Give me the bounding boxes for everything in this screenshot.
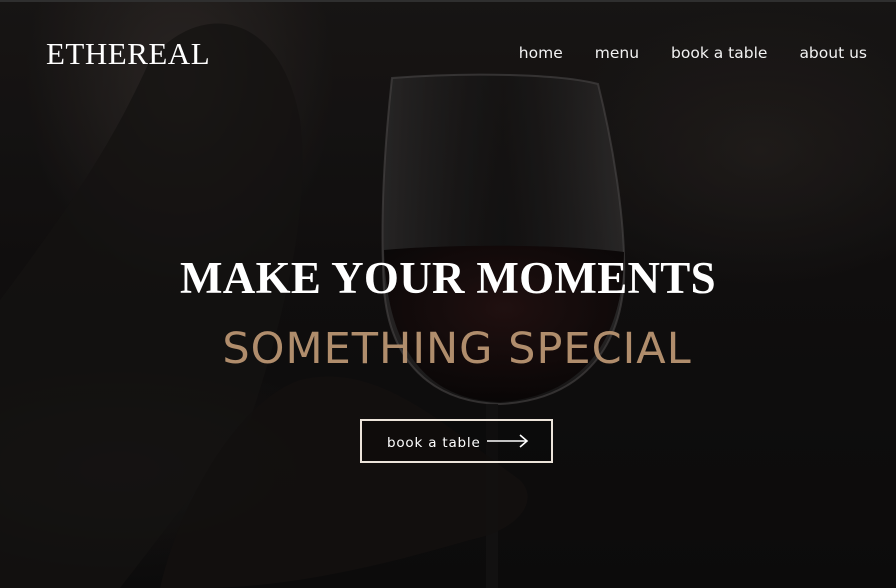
book-a-table-button[interactable]: book a table xyxy=(360,419,553,463)
hero-subheadline: SOMETHING SPECIAL xyxy=(222,324,692,374)
hero-headline: MAKE YOUR MOMENTS xyxy=(180,253,716,303)
book-a-table-button-label: book a table xyxy=(387,435,481,451)
nav-item-about-us[interactable]: about us xyxy=(799,44,867,62)
nav-item-home[interactable]: home xyxy=(519,44,563,62)
hero-section: ETHEREAL home menu book a table about us… xyxy=(0,0,896,588)
main-nav: home menu book a table about us xyxy=(519,44,867,62)
nav-item-menu[interactable]: menu xyxy=(595,44,639,62)
brand-logo[interactable]: ETHEREAL xyxy=(46,36,210,72)
nav-item-book-a-table[interactable]: book a table xyxy=(671,44,767,62)
arrow-right-icon xyxy=(487,434,529,448)
